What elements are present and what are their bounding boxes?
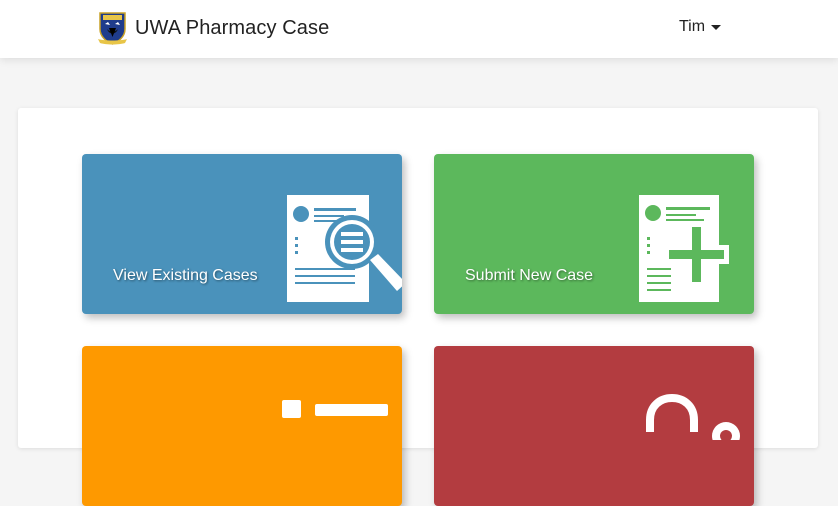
red-tile[interactable]	[434, 346, 754, 506]
view-existing-cases-tile[interactable]: View Existing Cases	[82, 154, 402, 314]
document-search-icon	[287, 195, 402, 302]
caret-down-icon	[711, 24, 722, 30]
main-panel: View Existing Cases Submit New Case	[18, 108, 818, 506]
submit-new-case-tile[interactable]: Submit New Case	[434, 154, 754, 314]
user-name: Tim	[679, 18, 706, 35]
tile-label: Submit New Case	[465, 267, 594, 284]
app-title: UWA Pharmacy Case	[135, 16, 330, 39]
brand-link[interactable]: UWA Pharmacy Case	[98, 11, 329, 45]
user-dropdown[interactable]: Tim	[679, 16, 722, 38]
top-navbar: UWA Pharmacy Case Tim	[0, 0, 838, 58]
document-add-icon	[639, 195, 729, 302]
lock-icon	[646, 393, 740, 440]
tile-label: View Existing Cases	[113, 267, 258, 284]
id-card-icon	[282, 400, 388, 418]
orange-tile[interactable]	[82, 346, 402, 506]
uwa-crest-logo	[98, 12, 127, 45]
